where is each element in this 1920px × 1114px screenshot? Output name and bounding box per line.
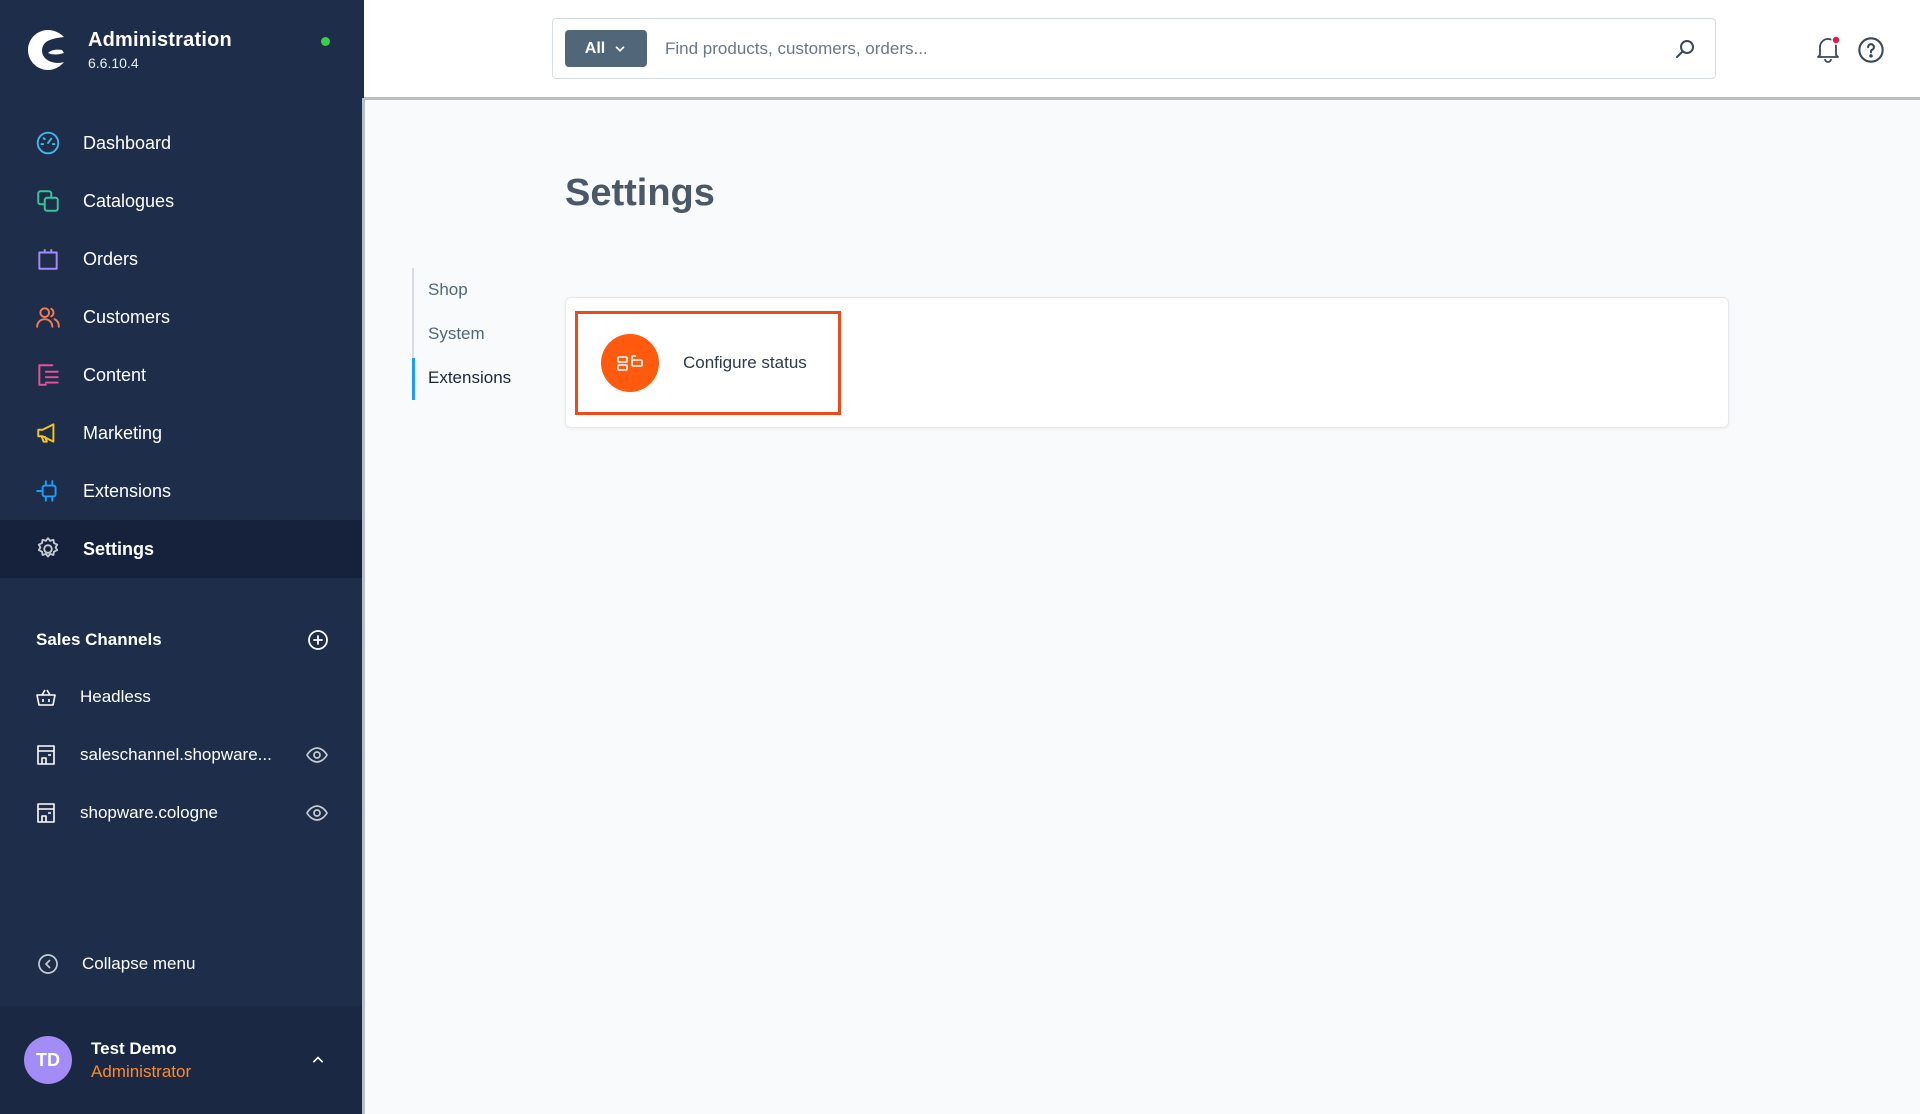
nav-label: Customers bbox=[83, 306, 171, 327]
tab-extensions[interactable]: Extensions bbox=[412, 356, 534, 400]
gear-icon bbox=[34, 535, 62, 563]
marketing-icon bbox=[34, 419, 62, 447]
app-title: Administration bbox=[88, 29, 232, 51]
eye-icon[interactable] bbox=[305, 801, 329, 825]
orders-icon bbox=[34, 245, 62, 273]
settings-tabs: Shop System Extensions bbox=[412, 268, 534, 400]
basket-icon bbox=[36, 689, 56, 706]
dashboard-icon bbox=[34, 129, 62, 157]
user-profile[interactable]: TD Test Demo Administrator bbox=[0, 1006, 364, 1114]
nav-item-settings[interactable]: Settings bbox=[0, 520, 364, 578]
chevron-up-icon[interactable] bbox=[308, 1050, 328, 1070]
sales-channel-label: saleschannel.shopware... bbox=[80, 745, 272, 764]
app-version: 6.6.10.4 bbox=[88, 55, 139, 71]
eye-icon[interactable] bbox=[305, 743, 329, 767]
nav-item-orders[interactable]: Orders bbox=[0, 230, 364, 288]
sidebar: Administration 6.6.10.4 Dashboard Catalo… bbox=[0, 0, 364, 1114]
help-icon[interactable] bbox=[1857, 36, 1885, 64]
storefront-icon bbox=[37, 803, 55, 823]
nav-label: Orders bbox=[83, 248, 139, 269]
tab-shop[interactable]: Shop bbox=[414, 268, 534, 312]
search-input[interactable] bbox=[665, 28, 1673, 69]
extensions-icon bbox=[34, 477, 62, 505]
nav-item-extensions[interactable]: Extensions bbox=[0, 462, 364, 520]
add-sales-channel-icon[interactable] bbox=[306, 628, 330, 652]
sales-channel-label: shopware.cologne bbox=[80, 803, 218, 822]
online-status-dot bbox=[321, 37, 330, 46]
search-icon[interactable] bbox=[1673, 37, 1697, 61]
tab-system[interactable]: System bbox=[414, 312, 534, 356]
main-nav: Dashboard Catalogues Orders Customers Co… bbox=[0, 114, 364, 578]
search-type-label: All bbox=[584, 39, 606, 57]
customers-icon bbox=[34, 303, 62, 331]
chevron-down-icon bbox=[615, 45, 625, 52]
configure-status-label: Configure status bbox=[683, 353, 807, 372]
bell-icon[interactable] bbox=[1813, 34, 1843, 64]
nav-item-customers[interactable]: Customers bbox=[0, 288, 364, 346]
storefront-icon bbox=[37, 745, 55, 765]
settings-card: Configure status bbox=[565, 297, 1729, 428]
content-divider bbox=[362, 98, 365, 1114]
sales-channel-label: Headless bbox=[80, 687, 151, 706]
search-type-dropdown[interactable]: All bbox=[565, 30, 647, 67]
user-role: Administrator bbox=[91, 1061, 192, 1081]
top-bar: All bbox=[364, 0, 1920, 100]
nav-item-catalogues[interactable]: Catalogues bbox=[0, 172, 364, 230]
sales-channel-cologne[interactable]: shopware.cologne bbox=[0, 784, 364, 842]
collapse-menu-button[interactable]: Collapse menu bbox=[36, 952, 195, 976]
nav-item-marketing[interactable]: Marketing bbox=[0, 404, 364, 462]
tab-label: Shop bbox=[428, 280, 468, 299]
nav-label: Dashboard bbox=[83, 132, 172, 153]
nav-label: Extensions bbox=[83, 480, 172, 501]
tab-label: System bbox=[428, 324, 485, 343]
configure-status-item[interactable]: Configure status bbox=[575, 311, 841, 415]
catalogues-icon bbox=[34, 187, 62, 215]
nav-label: Catalogues bbox=[83, 190, 175, 211]
nav-item-dashboard[interactable]: Dashboard bbox=[0, 114, 364, 172]
nav-item-content[interactable]: Content bbox=[0, 346, 364, 404]
sales-channels-header: Sales Channels bbox=[36, 628, 330, 652]
brand[interactable]: Administration 6.6.10.4 bbox=[26, 28, 232, 72]
nav-label: Marketing bbox=[83, 422, 163, 443]
chevron-left-circle-icon bbox=[38, 954, 58, 974]
avatar: TD bbox=[24, 1036, 72, 1084]
admin-app: Administration 6.6.10.4 Dashboard Catalo… bbox=[0, 0, 1920, 1114]
collapse-menu-label: Collapse menu bbox=[82, 954, 196, 973]
sales-channels-title: Sales Channels bbox=[36, 630, 162, 649]
tab-label: Extensions bbox=[428, 368, 512, 387]
sales-channel-shopware[interactable]: saleschannel.shopware... bbox=[0, 726, 364, 784]
global-search: All bbox=[552, 18, 1716, 79]
user-name: Test Demo bbox=[91, 1038, 177, 1058]
shopware-logo-icon bbox=[28, 30, 64, 70]
status-flow-icon bbox=[601, 334, 659, 392]
sales-channel-list: Headless saleschannel.shopware... shopwa… bbox=[0, 668, 364, 842]
page-title: Settings bbox=[565, 172, 715, 214]
nav-label: Settings bbox=[83, 538, 155, 559]
sales-channel-headless[interactable]: Headless bbox=[0, 668, 364, 726]
nav-label: Content bbox=[83, 364, 147, 385]
content-icon bbox=[34, 361, 62, 389]
